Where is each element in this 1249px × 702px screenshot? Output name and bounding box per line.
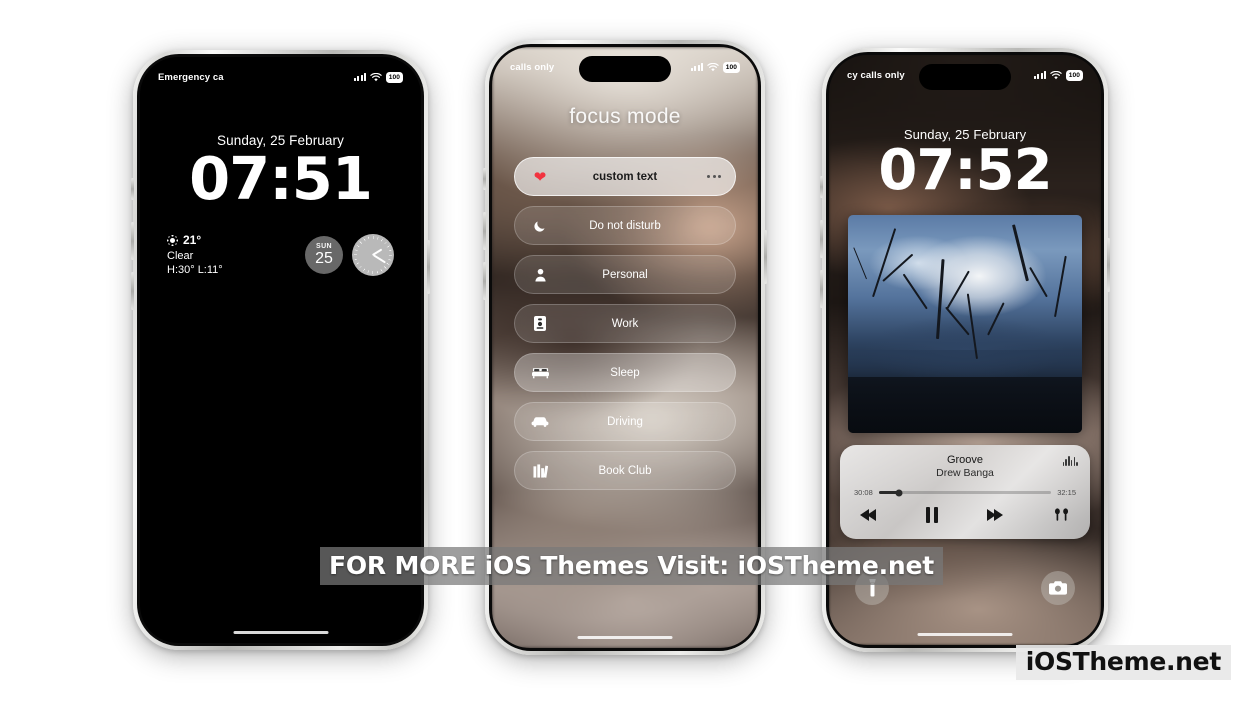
- home-indicator[interactable]: [577, 635, 673, 639]
- focus-item-label: Sleep: [610, 366, 640, 379]
- scrubber-knob[interactable]: [895, 489, 903, 497]
- battery-icon: 100: [1065, 69, 1083, 81]
- status-icons: 100: [354, 71, 403, 83]
- screenshot-stage: Emergency ca 100 Sunday, 25 February 07:…: [0, 0, 1249, 702]
- home-indicator[interactable]: [917, 632, 1013, 636]
- wifi-icon: [1049, 70, 1062, 79]
- artwork-branch: [945, 307, 970, 336]
- status-bar: cy calls only 100: [829, 55, 1101, 85]
- focus-item-work[interactable]: Work: [514, 304, 736, 343]
- focus-mode-list: ❤ custom text Do not disturb Personal Wo…: [492, 157, 758, 490]
- status-icons: 100: [1034, 69, 1083, 81]
- airplay-icon[interactable]: [1062, 456, 1078, 467]
- artwork-branch: [872, 228, 897, 298]
- focus-item-label: Book Club: [598, 464, 652, 477]
- home-indicator[interactable]: [233, 630, 328, 634]
- volume-up-button[interactable]: [820, 220, 823, 258]
- artwork-branch: [987, 302, 1005, 336]
- widget-row: 21° Clear H:30° L:11° SUN 25: [140, 233, 421, 278]
- focus-item-do-not-disturb[interactable]: Do not disturb: [514, 206, 736, 245]
- artwork-branch: [882, 253, 914, 282]
- fast-forward-button[interactable]: [987, 509, 1004, 522]
- weather-current: 21°: [167, 233, 223, 249]
- battery-icon: 100: [722, 61, 740, 73]
- focus-mode-title: focus mode: [569, 105, 681, 128]
- focus-item-label: Do not disturb: [589, 219, 661, 232]
- focus-item-sleep[interactable]: Sleep: [514, 353, 736, 392]
- sun-icon: [167, 235, 178, 247]
- site-watermark: iOSTheme.net: [1015, 645, 1231, 680]
- artwork-branch: [902, 273, 928, 310]
- track-artist: Drew Banga: [936, 467, 994, 480]
- power-button[interactable]: [427, 240, 430, 294]
- status-bar: calls only 100: [492, 47, 758, 77]
- volume-up-button[interactable]: [483, 212, 486, 250]
- focus-item-label: custom text: [592, 170, 658, 183]
- wifi-icon: [369, 72, 382, 81]
- volume-down-button[interactable]: [131, 272, 134, 310]
- duration-time: 32:15: [1057, 488, 1076, 498]
- artwork-branch: [946, 270, 970, 310]
- airpods-icon[interactable]: [1053, 508, 1070, 522]
- focus-item-book-club[interactable]: Book Club: [514, 451, 736, 490]
- carrier-label: Emergency ca: [158, 71, 224, 83]
- promo-banner: FOR MORE iOS Themes Visit: iOSTheme.net: [320, 547, 943, 585]
- cellular-signal-icon: [1034, 71, 1046, 79]
- weather-range: H:30° L:11°: [167, 264, 223, 277]
- volume-down-button[interactable]: [820, 270, 823, 308]
- calendar-widget[interactable]: SUN 25: [305, 236, 343, 275]
- artwork-branch: [936, 259, 945, 340]
- artwork-branch: [1012, 224, 1029, 282]
- lock-time: 07:52: [878, 138, 1052, 203]
- weather-widget[interactable]: 21° Clear H:30° L:11°: [167, 233, 223, 278]
- cellular-signal-icon: [354, 73, 366, 81]
- rewind-button[interactable]: [860, 509, 876, 522]
- camera-button[interactable]: [1041, 571, 1075, 605]
- volume-down-button[interactable]: [483, 262, 486, 300]
- weather-temp: 21°: [183, 233, 202, 248]
- power-button[interactable]: [764, 230, 767, 284]
- playback-controls: [854, 507, 1076, 524]
- album-artwork[interactable]: [848, 215, 1082, 434]
- battery-icon: 100: [385, 71, 403, 83]
- playback-scrubber[interactable]: 30:08 32:15: [854, 488, 1076, 497]
- volume-up-button[interactable]: [131, 222, 134, 260]
- carrier-label: calls only: [510, 61, 555, 73]
- status-icons: 100: [691, 61, 740, 73]
- analog-clock-widget[interactable]: [352, 234, 394, 277]
- carrier-label: cy calls only: [847, 69, 905, 81]
- pause-button[interactable]: [925, 507, 938, 524]
- status-bar: Emergency ca 100: [140, 57, 421, 87]
- artwork-foreground: [848, 376, 1082, 434]
- calendar-day: 25: [315, 250, 333, 268]
- focus-item-personal[interactable]: Personal: [514, 255, 736, 294]
- mute-switch[interactable]: [820, 176, 823, 198]
- cellular-signal-icon: [691, 63, 703, 71]
- calendar-dow: SUN: [316, 243, 332, 251]
- artwork-branch: [1054, 255, 1067, 318]
- circular-widgets: SUN 25: [305, 234, 394, 277]
- focus-item-driving[interactable]: Driving: [514, 402, 736, 441]
- mute-switch[interactable]: [131, 178, 134, 200]
- more-options-icon[interactable]: [707, 175, 721, 178]
- lock-time: 07:51: [189, 144, 373, 213]
- power-button[interactable]: [1107, 238, 1110, 292]
- scrubber-track[interactable]: [878, 489, 1052, 497]
- track-title: Groove: [946, 454, 984, 467]
- wifi-icon: [706, 62, 719, 71]
- artwork-branch: [853, 247, 868, 280]
- now-playing-widget[interactable]: Groove Drew Banga 30:08 32:15: [840, 445, 1090, 540]
- focus-item-label: Personal: [602, 268, 648, 281]
- mute-switch[interactable]: [483, 168, 486, 190]
- elapsed-time: 30:08: [854, 488, 873, 498]
- focus-item-custom-text[interactable]: ❤ custom text: [514, 157, 736, 196]
- weather-condition: Clear: [167, 249, 194, 262]
- focus-item-label: Work: [611, 317, 639, 330]
- focus-item-label: Driving: [607, 415, 643, 428]
- artwork-branch: [1029, 267, 1048, 298]
